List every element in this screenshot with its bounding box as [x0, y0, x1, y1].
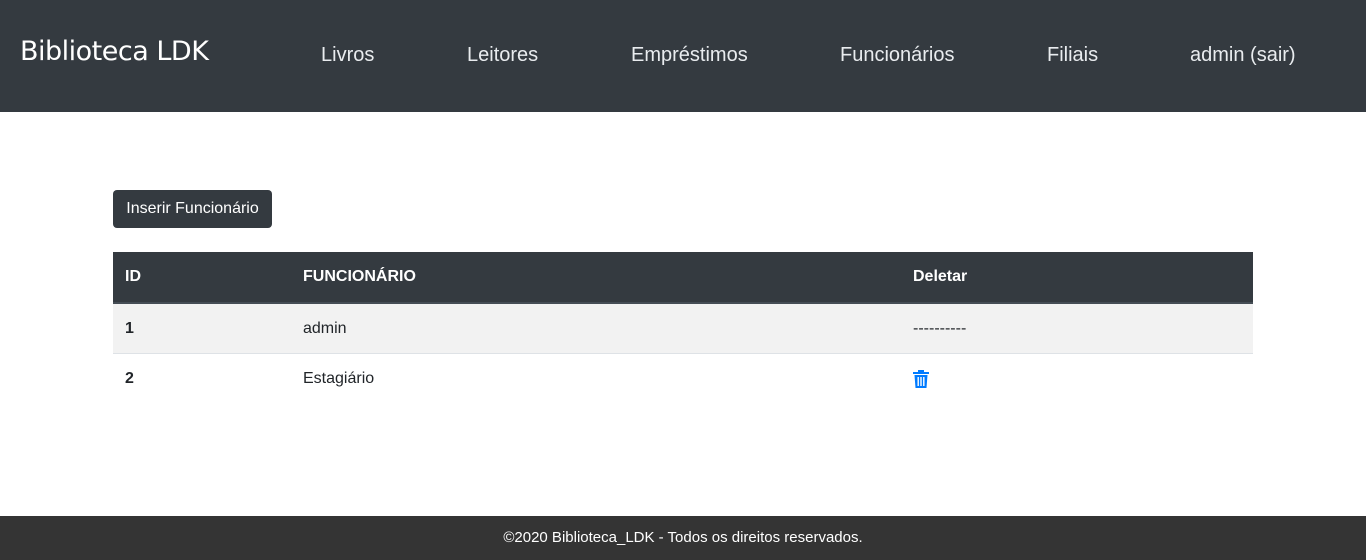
header-id: ID [125, 268, 141, 285]
table-row: 1 admin ---------- [113, 304, 1253, 354]
header-employee: FUNCIONÁRIO [303, 268, 416, 285]
navbar: Biblioteca LDK Livros Leitores Empréstim… [0, 0, 1366, 112]
employees-table: ID FUNCIONÁRIO Deletar 1 admin ---------… [113, 252, 1253, 403]
header-delete: Deletar [913, 268, 968, 285]
table-header: ID FUNCIONÁRIO Deletar [113, 252, 1253, 304]
nav-link-logout[interactable]: admin (sair) [1190, 44, 1296, 67]
delete-row-button[interactable] [913, 354, 929, 403]
row-name: admin [303, 319, 347, 337]
brand-logo[interactable]: Biblioteca LDK [20, 36, 209, 67]
row-delete-placeholder: ---------- [913, 319, 967, 337]
nav-link-leitores[interactable]: Leitores [467, 44, 538, 67]
trash-icon[interactable] [913, 369, 929, 388]
nav-link-funcionarios[interactable]: Funcionários [840, 44, 955, 67]
insert-employee-button[interactable]: Inserir Funcionário [113, 190, 272, 228]
footer: ©2020 Biblioteca_LDK - Todos os direitos… [0, 516, 1366, 560]
row-id: 1 [125, 319, 134, 337]
row-id: 2 [125, 369, 134, 387]
nav-link-filiais[interactable]: Filiais [1047, 44, 1098, 67]
nav-link-emprestimos[interactable]: Empréstimos [631, 44, 748, 67]
row-name: Estagiário [303, 369, 375, 387]
table-row: 2 Estagiário [113, 354, 1253, 403]
nav-link-livros[interactable]: Livros [321, 44, 374, 67]
